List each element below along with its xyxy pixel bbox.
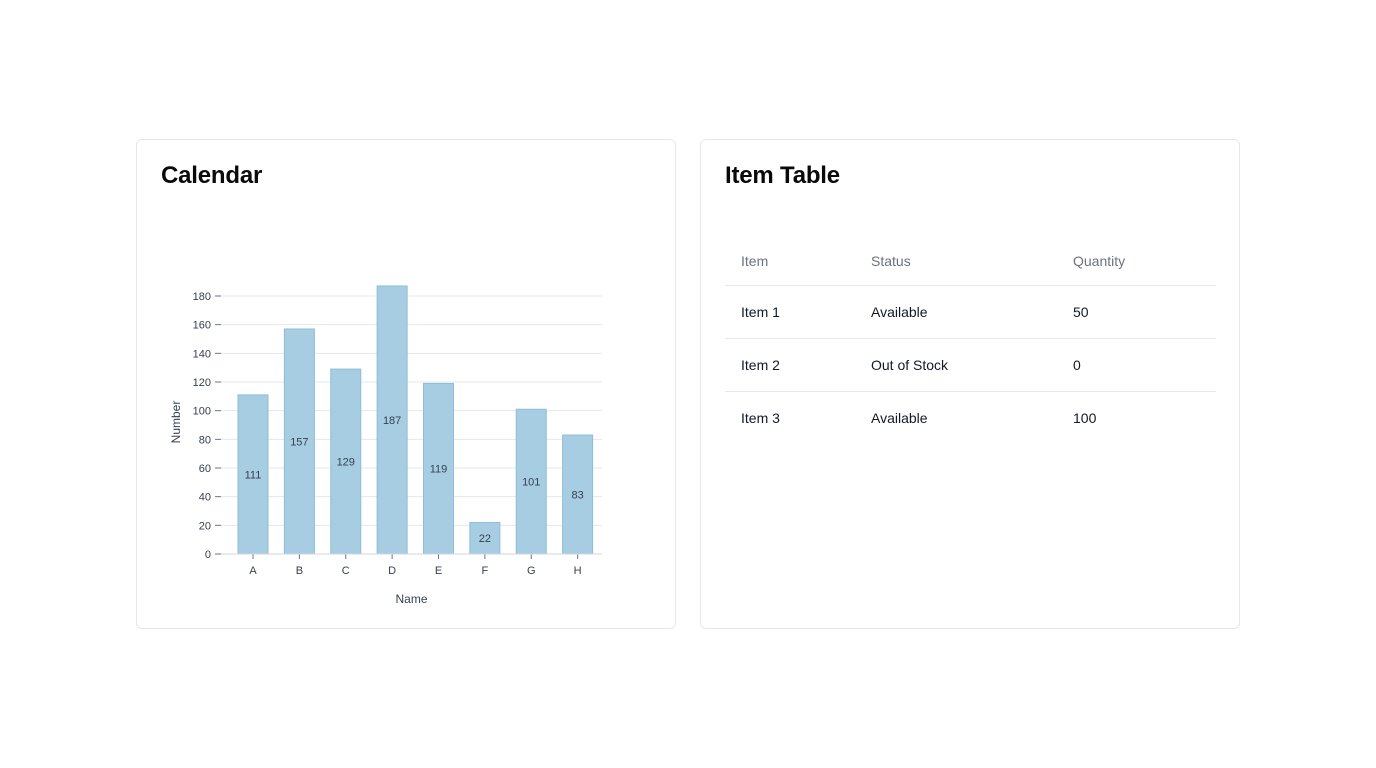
y-tick-label: 180 — [193, 291, 211, 303]
item-table-card: Item Table Item Status Quantity Item 1 A… — [700, 139, 1240, 629]
bar-value-label: 129 — [337, 457, 355, 469]
chart-card: Calendar 0 20 40 60 80 100 120 140 160 180 111 A 157… — [136, 139, 676, 629]
x-tick-label: A — [249, 565, 257, 577]
x-tick-label: E — [435, 565, 442, 577]
x-tick-label: B — [296, 565, 303, 577]
bar-value-label: 101 — [522, 477, 540, 489]
bar-value-label: 119 — [430, 464, 448, 476]
y-tick-label: 40 — [199, 492, 211, 504]
cell-status: Available — [871, 410, 928, 426]
column-header-item[interactable]: Item — [725, 237, 855, 286]
cell-item: Item 1 — [725, 285, 855, 339]
x-axis-title: Name — [395, 592, 427, 606]
y-axis-title: Number — [169, 401, 183, 444]
y-tick-label: 20 — [199, 520, 211, 532]
y-tick-label: 160 — [193, 320, 211, 332]
cell-quantity: 50 — [1057, 285, 1216, 339]
bar-chart: 0 20 40 60 80 100 120 140 160 180 111 A 157 B 129 C 187 D… — [169, 285, 602, 606]
bar-value-label: 187 — [383, 415, 401, 427]
cell-item: Item 3 — [741, 410, 780, 426]
table-row[interactable]: Item 1 Available 50 — [725, 285, 1216, 339]
bar-value-label: 83 — [572, 490, 584, 502]
y-tick-label: 60 — [199, 463, 211, 475]
cell-quantity: 0 — [1057, 338, 1216, 392]
y-tick-label: 80 — [199, 434, 211, 446]
column-header-status[interactable]: Status — [855, 237, 1057, 286]
bar-value-label: 22 — [479, 533, 491, 545]
column-header-quantity[interactable]: Quantity — [1057, 237, 1216, 286]
item-table-title: Item Table — [725, 162, 840, 189]
x-tick-label: C — [342, 565, 350, 577]
table-row[interactable]: Item 3 Available 100 — [725, 392, 1216, 445]
bar-value-label: 111 — [245, 469, 262, 481]
table-header-row: Item Status Quantity — [725, 237, 1216, 286]
x-tick-label: F — [482, 565, 489, 577]
x-tick-label: G — [527, 565, 536, 577]
bar-value-label: 157 — [290, 436, 308, 448]
cell-quantity: 100 — [1073, 410, 1097, 426]
item-table: Item Status Quantity Item 1 Available 50… — [725, 237, 1216, 444]
y-tick-label: 120 — [193, 377, 211, 389]
x-tick-label: H — [574, 565, 582, 577]
cell-item: Item 2 — [725, 338, 855, 392]
cell-status: Available — [855, 285, 1057, 339]
table-row[interactable]: Item 2 Out of Stock 0 — [725, 338, 1216, 392]
cell-status: Out of Stock — [855, 338, 1057, 392]
y-tick-label: 140 — [193, 348, 211, 360]
y-tick-label: 0 — [205, 549, 211, 561]
x-tick-label: D — [388, 565, 396, 577]
y-tick-label: 100 — [193, 406, 211, 418]
